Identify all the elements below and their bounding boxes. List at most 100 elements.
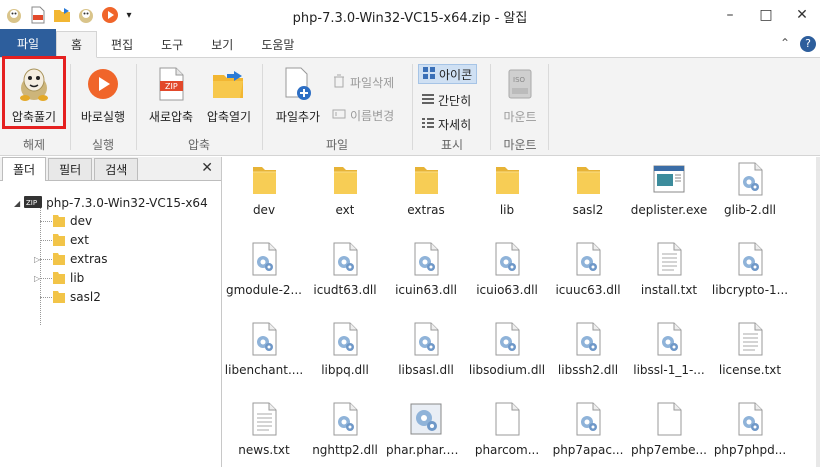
- close-pane-icon[interactable]: ✕: [201, 160, 213, 176]
- tree-root[interactable]: ◢ ZIP php-7.3.0-Win32-VC15-x64: [14, 194, 208, 212]
- file-item[interactable]: license.txt: [710, 317, 790, 397]
- file-name: lib: [499, 203, 515, 217]
- file-item[interactable]: install.txt: [629, 237, 709, 317]
- file-name: libpq.dll: [321, 363, 369, 377]
- new-archive-button[interactable]: ZIP 새로압축: [142, 60, 200, 128]
- view-details-button[interactable]: 자세히: [422, 114, 471, 134]
- group-run: 바로실행 실행: [72, 58, 134, 156]
- trash-icon: [332, 74, 346, 91]
- file-item[interactable]: phar.phar.bat: [386, 397, 466, 467]
- group-file: 파일추가 파일삭제 이름변경 파일: [264, 58, 410, 156]
- mount-button[interactable]: ISO 마운트: [492, 60, 548, 128]
- file-item[interactable]: glib-2.dll: [710, 157, 790, 237]
- blank-file-icon: [651, 401, 687, 437]
- new-zip-icon[interactable]: [28, 5, 48, 25]
- file-name: php7embe...: [631, 443, 707, 457]
- rename-button[interactable]: 이름변경: [332, 105, 394, 125]
- file-name: news.txt: [238, 443, 290, 457]
- dll-file-icon: [408, 321, 444, 357]
- tree-item-sasl2[interactable]: sasl2: [52, 288, 101, 306]
- tab-file[interactable]: 파일: [0, 29, 56, 57]
- file-item[interactable]: news.txt: [224, 397, 304, 467]
- folder-item[interactable]: dev: [224, 157, 304, 237]
- scrollbar[interactable]: [816, 157, 820, 467]
- extract-icon[interactable]: [76, 5, 96, 25]
- folder-icon: [52, 269, 66, 288]
- file-item[interactable]: icudt63.dll: [305, 237, 385, 317]
- view-icons-button[interactable]: 아이콘: [418, 64, 478, 84]
- collapse-ribbon-icon[interactable]: ⌃: [780, 36, 790, 52]
- file-item[interactable]: libenchant....: [224, 317, 304, 397]
- folder-icon: [52, 250, 66, 269]
- file-item[interactable]: libsasl.dll: [386, 317, 466, 397]
- collapsed-arrow-icon[interactable]: ▷: [34, 255, 48, 264]
- folder-pane: 폴더 필터 검색 ✕ ◢ ZIP php-7.3.0-Win32-VC15-x6…: [0, 157, 222, 467]
- run-button[interactable]: 바로실행: [72, 60, 134, 128]
- tree-item-extras[interactable]: ▷ extras: [34, 250, 108, 268]
- tab-tools[interactable]: 도구: [147, 31, 197, 57]
- tree-item-label: dev: [70, 214, 93, 228]
- details-icon: [422, 117, 434, 132]
- file-item[interactable]: php7phpd...: [710, 397, 790, 467]
- divider: [412, 64, 413, 150]
- file-item[interactable]: icuio63.dll: [467, 237, 547, 317]
- tree-item-ext[interactable]: ext: [52, 231, 89, 249]
- customize-qat-icon[interactable]: ▾: [124, 5, 134, 25]
- delete-file-button[interactable]: 파일삭제: [332, 72, 394, 92]
- view-list-button[interactable]: 간단히: [422, 90, 471, 110]
- tree-item-dev[interactable]: dev: [52, 212, 92, 230]
- group-mount: ISO 마운트 마운트: [492, 58, 548, 156]
- add-file-button[interactable]: 파일추가: [268, 60, 328, 128]
- run-icon[interactable]: [100, 5, 120, 25]
- tree-item-label: sasl2: [70, 290, 101, 304]
- file-item[interactable]: icuuc63.dll: [548, 237, 628, 317]
- folder-item[interactable]: lib: [467, 157, 547, 237]
- file-item[interactable]: php7embe...: [629, 397, 709, 467]
- open-folder-icon: [209, 64, 249, 104]
- dll-file-icon: [570, 321, 606, 357]
- tab-edit[interactable]: 편집: [97, 31, 147, 57]
- file-item[interactable]: gmodule-2...: [224, 237, 304, 317]
- file-item[interactable]: icuin63.dll: [386, 237, 466, 317]
- file-item[interactable]: libcrypto-1...: [710, 237, 790, 317]
- tree-item-lib[interactable]: ▷ lib: [34, 269, 84, 287]
- view-details-label: 자세히: [438, 117, 472, 132]
- folder-item[interactable]: sasl2: [548, 157, 628, 237]
- folder-item[interactable]: extras: [386, 157, 466, 237]
- file-name: ext: [335, 203, 355, 217]
- file-item[interactable]: nghttp2.dll: [305, 397, 385, 467]
- open-archive-icon[interactable]: [52, 5, 72, 25]
- maximize-button[interactable]: □: [748, 0, 784, 30]
- run-label: 바로실행: [80, 110, 126, 124]
- file-grid: dev ext extras lib sasl2 deplister.exe glib-2.…: [224, 157, 790, 467]
- group-compress: ZIP 새로압축 압축열기 압축: [138, 58, 260, 156]
- zip-file-icon: ZIP: [151, 64, 191, 104]
- dll-file-icon: [246, 241, 282, 277]
- minimize-button[interactable]: –: [712, 0, 748, 30]
- tab-search[interactable]: 검색: [94, 158, 139, 180]
- file-item[interactable]: php7apac...: [548, 397, 628, 467]
- file-item[interactable]: libpq.dll: [305, 317, 385, 397]
- alzip-app-icon[interactable]: [4, 5, 24, 25]
- tab-home[interactable]: 홈: [56, 31, 98, 58]
- expanded-arrow-icon[interactable]: ◢: [14, 199, 20, 208]
- file-item[interactable]: pharcom...: [467, 397, 547, 467]
- folder-item[interactable]: ext: [305, 157, 385, 237]
- tree-item-label: extras: [70, 252, 108, 266]
- file-name: libsodium.dll: [468, 363, 546, 377]
- tab-view[interactable]: 보기: [197, 31, 247, 57]
- dll-file-icon: [489, 321, 525, 357]
- file-item[interactable]: libssh2.dll: [548, 317, 628, 397]
- open-archive-button[interactable]: 압축열기: [200, 60, 258, 128]
- help-icon[interactable]: ?: [800, 36, 816, 52]
- collapsed-arrow-icon[interactable]: ▷: [34, 274, 48, 283]
- tab-filter[interactable]: 필터: [48, 158, 93, 180]
- txt-file-icon: [732, 321, 768, 357]
- tab-help[interactable]: 도움말: [247, 31, 308, 57]
- large-icons-icon: [423, 66, 435, 82]
- close-button[interactable]: ✕: [784, 0, 820, 30]
- file-item[interactable]: libsodium.dll: [467, 317, 547, 397]
- tab-folder[interactable]: 폴더: [2, 157, 47, 181]
- file-item[interactable]: deplister.exe: [629, 157, 709, 237]
- file-item[interactable]: libssl-1_1-...: [629, 317, 709, 397]
